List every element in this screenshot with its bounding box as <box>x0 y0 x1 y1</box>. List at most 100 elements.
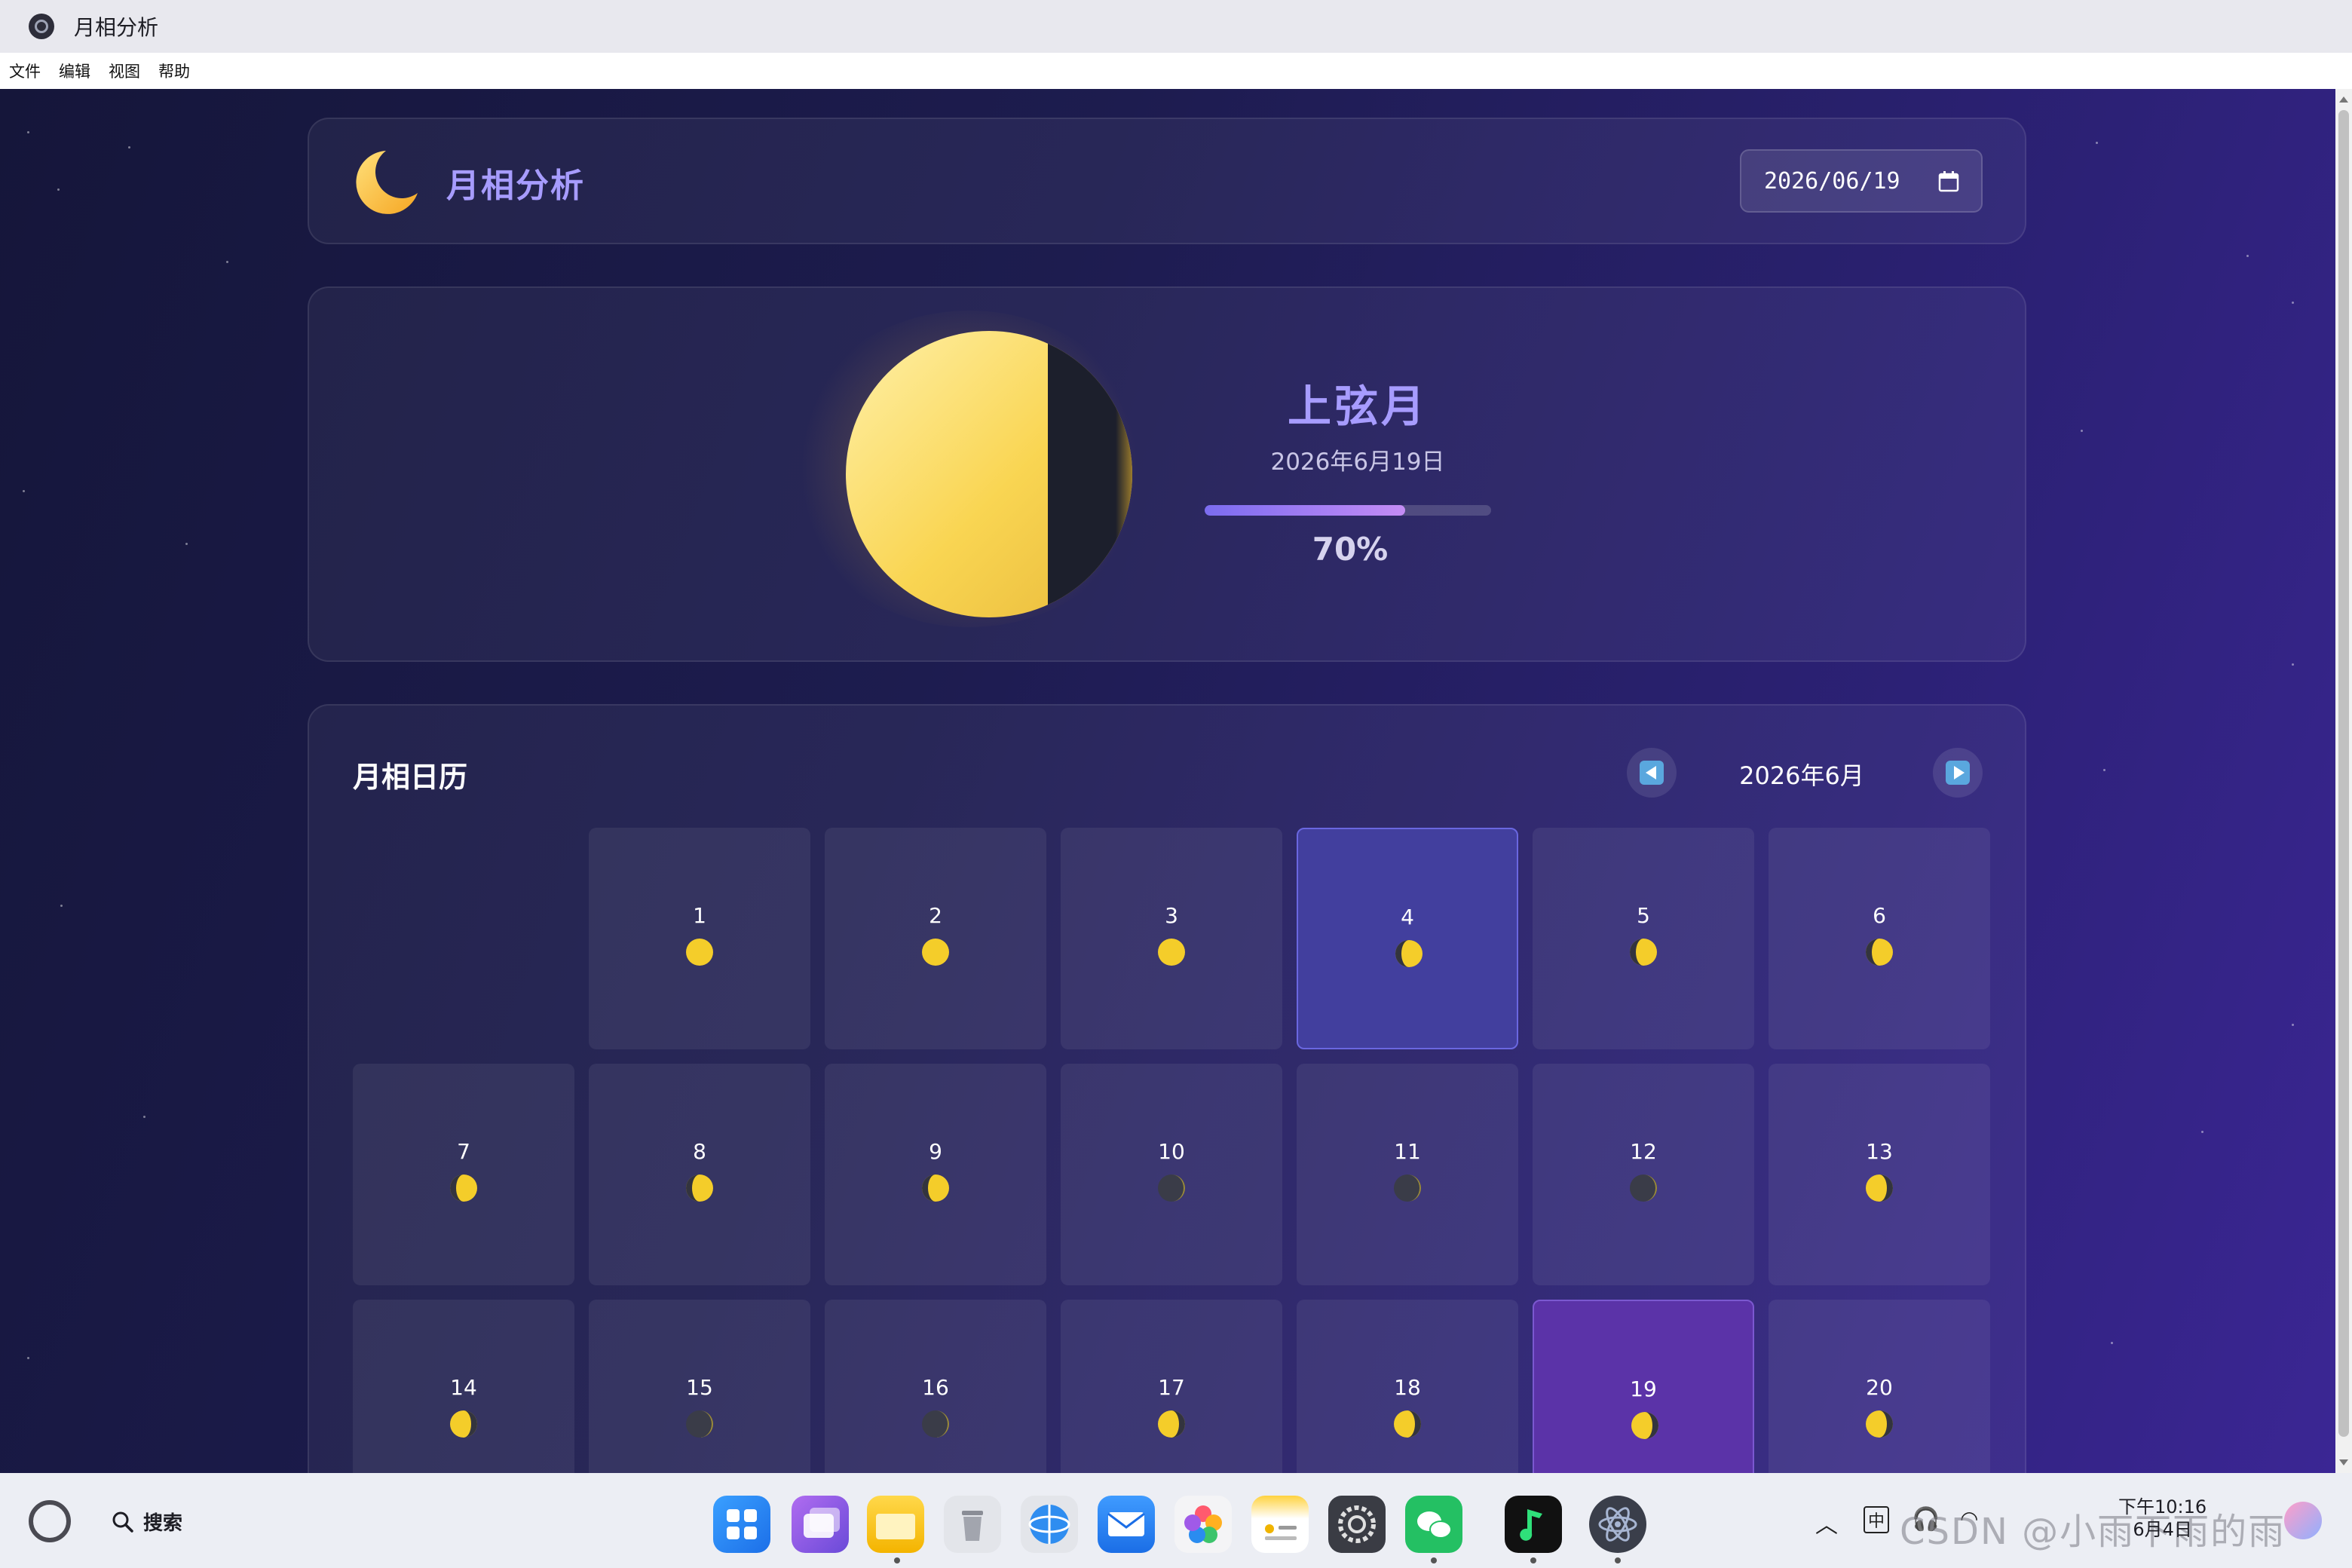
menu-edit[interactable]: 编辑 <box>59 60 90 82</box>
day-moon-icon <box>1158 1174 1185 1202</box>
calendar-day[interactable]: 13 <box>1769 1064 1990 1285</box>
calendar-day[interactable]: 9 <box>825 1064 1046 1285</box>
day-number: 7 <box>457 1139 470 1164</box>
calendar-day[interactable]: 10 <box>1061 1064 1282 1285</box>
menu-bar: 文件 编辑 视图 帮助 <box>0 53 2352 89</box>
running-indicator <box>1615 1557 1621 1563</box>
calendar-day[interactable]: 16 <box>825 1300 1046 1473</box>
next-month-button[interactable] <box>1933 748 1983 798</box>
menu-help[interactable]: 帮助 <box>158 60 190 82</box>
scroll-down-icon[interactable] <box>2339 1459 2348 1465</box>
mail-icon[interactable] <box>1098 1496 1155 1553</box>
date-picker-input[interactable]: 2026/06/19 <box>1740 149 1983 213</box>
day-moon-icon <box>1394 1410 1421 1438</box>
calendar-day[interactable]: 17 <box>1061 1300 1282 1473</box>
day-moon-icon <box>922 939 949 966</box>
calendar-day[interactable]: 8 <box>589 1064 810 1285</box>
current-moon-icon <box>846 331 1132 617</box>
app-grid-icon[interactable] <box>713 1496 770 1553</box>
calendar-title: 月相日历 <box>353 761 468 794</box>
app-content: 月相分析 2026/06/19 上弦月 2026年6月19日 70% 月相日历 … <box>0 89 2335 1473</box>
day-moon-icon <box>450 1174 477 1202</box>
calendar-day[interactable]: 20 <box>1769 1300 1990 1473</box>
photos-icon[interactable] <box>1174 1496 1232 1553</box>
day-number: 3 <box>1165 903 1178 928</box>
ime-indicator[interactable]: 中 <box>1864 1506 1890 1533</box>
running-indicator <box>1530 1557 1536 1563</box>
taskbar: 搜索 ︿ 中 🎧 ◠ CSDN @小雨下雨的雨 下午10:16 6月4日 <box>0 1473 2352 1568</box>
day-number: 2 <box>929 903 942 928</box>
day-moon-icon <box>450 1410 477 1438</box>
day-number: 9 <box>929 1139 942 1164</box>
search-label: 搜索 <box>143 1512 183 1535</box>
window-titlebar: 月相分析 <box>0 0 2352 53</box>
calendar-day[interactable]: 7 <box>353 1064 574 1285</box>
illumination-label: 70% <box>1312 531 1389 568</box>
calendar-day[interactable]: 2 <box>825 828 1046 1049</box>
clock-time: 下午10:16 <box>2118 1496 2207 1517</box>
calendar-day[interactable]: 6 <box>1769 828 1990 1049</box>
day-moon-icon <box>686 1174 713 1202</box>
calendar-icon[interactable] <box>1937 170 1960 193</box>
crescent-moon-icon <box>356 151 418 214</box>
calendar-day[interactable]: 18 <box>1297 1300 1518 1473</box>
day-moon-icon <box>922 1410 949 1438</box>
running-indicator <box>894 1557 900 1563</box>
wechat-icon[interactable] <box>1405 1496 1462 1553</box>
day-moon-icon <box>922 1174 949 1202</box>
phase-name: 上弦月 <box>1287 381 1428 432</box>
calendar-day[interactable]: 1 <box>589 828 810 1049</box>
calendar-day[interactable]: 4 <box>1297 828 1518 1049</box>
calendar-day[interactable]: 11 <box>1297 1064 1518 1285</box>
day-moon-icon <box>686 939 713 966</box>
clock-date: 6月4日 <box>2133 1519 2192 1540</box>
trash-icon[interactable] <box>944 1496 1001 1553</box>
day-number: 5 <box>1637 903 1650 928</box>
phase-date: 2026年6月19日 <box>1270 449 1445 476</box>
current-phase-card: 上弦月 2026年6月19日 70% <box>308 286 2026 662</box>
browser-icon[interactable] <box>1021 1496 1078 1553</box>
search-icon <box>112 1511 133 1533</box>
calendar-day[interactable]: 14 <box>353 1300 574 1473</box>
menu-view[interactable]: 视图 <box>109 60 140 82</box>
day-number: 4 <box>1401 905 1414 929</box>
music-icon[interactable] <box>1505 1496 1562 1553</box>
day-moon-icon <box>686 1410 713 1438</box>
arrow-right-icon <box>1946 761 1970 785</box>
day-number: 8 <box>693 1139 706 1164</box>
watermark: CSDN @小雨下雨的雨 <box>1900 1511 2286 1553</box>
day-moon-icon <box>1630 1174 1657 1202</box>
start-button[interactable] <box>29 1500 71 1542</box>
settings-icon[interactable] <box>1328 1496 1386 1553</box>
day-number: 15 <box>686 1375 713 1400</box>
header-card: 月相分析 2026/06/19 <box>308 118 2026 244</box>
day-number: 6 <box>1873 903 1886 928</box>
day-number: 13 <box>1866 1139 1893 1164</box>
prev-month-button[interactable] <box>1627 748 1677 798</box>
day-number: 1 <box>693 903 706 928</box>
calendar-day[interactable]: 5 <box>1533 828 1754 1049</box>
menu-file[interactable]: 文件 <box>9 60 41 82</box>
day-moon-icon <box>1866 939 1893 966</box>
calendar-day[interactable]: 15 <box>589 1300 810 1473</box>
electron-icon[interactable] <box>1589 1496 1646 1553</box>
taskbar-search[interactable]: 搜索 <box>112 1508 182 1536</box>
vertical-scrollbar[interactable] <box>2335 89 2352 1473</box>
files-icon[interactable] <box>867 1496 924 1553</box>
notes-icon[interactable] <box>1251 1496 1309 1553</box>
app-name: 月相分析 <box>446 167 585 205</box>
multitask-icon[interactable] <box>792 1496 849 1553</box>
calendar-day[interactable]: 3 <box>1061 828 1282 1049</box>
calendar-day[interactable]: 12 <box>1533 1064 1754 1285</box>
day-moon-icon <box>1395 940 1423 967</box>
illumination-progress <box>1205 505 1491 516</box>
month-label: 2026年6月 <box>1739 761 1864 790</box>
running-indicator <box>1431 1557 1437 1563</box>
clock[interactable]: 下午10:16 6月4日 <box>2118 1496 2207 1541</box>
scrollbar-thumb[interactable] <box>2338 110 2349 1437</box>
day-number: 10 <box>1158 1139 1185 1164</box>
user-avatar[interactable] <box>2284 1502 2322 1539</box>
calendar-day-today[interactable]: 19 <box>1533 1300 1754 1473</box>
tray-expand-icon[interactable]: ︿ <box>1815 1506 1838 1539</box>
scroll-up-icon[interactable] <box>2339 96 2348 103</box>
